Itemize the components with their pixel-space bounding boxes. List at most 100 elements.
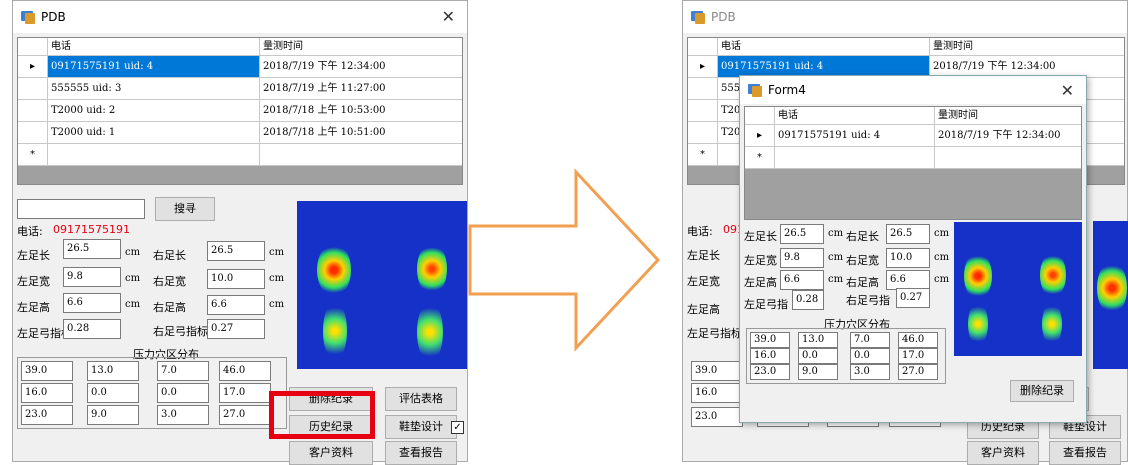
- eval-form-button[interactable]: 评估表格: [385, 387, 457, 411]
- pressure-field[interactable]: 0.0: [798, 348, 838, 364]
- pressure-field[interactable]: 39.0: [691, 361, 743, 381]
- title-bar: Form4 ✕: [740, 76, 1086, 104]
- table-row-new[interactable]: *: [18, 144, 462, 166]
- col-phone-header[interactable]: 电话: [718, 38, 930, 55]
- cell-phone[interactable]: 09171575191 uid: 4: [775, 125, 935, 146]
- pressure-field[interactable]: 13.0: [798, 332, 838, 348]
- left-width-field[interactable]: 9.8: [63, 267, 121, 287]
- pressure-field[interactable]: 23.0: [21, 405, 73, 425]
- pressure-field[interactable]: 39.0: [750, 332, 790, 348]
- right-length-field[interactable]: 26.5: [886, 224, 930, 244]
- col-time-header[interactable]: 量测时间: [935, 107, 1081, 124]
- phone-label: 电话:: [17, 225, 43, 238]
- pressure-field[interactable]: 0.0: [157, 383, 209, 403]
- pressure-field[interactable]: 0.0: [87, 383, 139, 403]
- pressure-heatmap: [1093, 221, 1128, 369]
- table-row[interactable]: ▸ 09171575191 uid: 4 2018/7/19 下午 12:34:…: [18, 56, 462, 78]
- table-row[interactable]: ▸ 09171575191 uid: 4 2018/7/19 下午 12:34:…: [745, 125, 1081, 147]
- pressure-field[interactable]: 46.0: [898, 332, 938, 348]
- pressure-field[interactable]: 27.0: [219, 405, 271, 425]
- customer-data-button[interactable]: 客户资料: [967, 441, 1039, 465]
- pressure-field[interactable]: 46.0: [219, 361, 271, 381]
- pressure-field[interactable]: 0.0: [850, 348, 890, 364]
- highlight-box: [269, 391, 375, 439]
- right-width-field[interactable]: 10.0: [207, 269, 265, 289]
- cell-time[interactable]: 2018/7/19 上午 11:27:00: [260, 78, 462, 99]
- pressure-field[interactable]: 17.0: [219, 383, 271, 403]
- cell-time[interactable]: 2018/7/19 下午 12:34:00: [935, 125, 1081, 146]
- table-row[interactable]: T2000 uid: 2 2018/7/18 上午 10:53:00: [18, 100, 462, 122]
- left-arch-label: 左足弓指: [744, 298, 788, 311]
- cell-phone[interactable]: 555555 uid: 3: [48, 78, 260, 99]
- pressure-field[interactable]: 16.0: [750, 348, 790, 364]
- right-width-field[interactable]: 10.0: [886, 248, 930, 268]
- heat-spot: [1042, 302, 1062, 346]
- heat-spot: [1040, 252, 1066, 298]
- pressure-field[interactable]: 3.0: [157, 405, 209, 425]
- view-report-button[interactable]: 查看报告: [385, 441, 457, 465]
- col-phone-header[interactable]: 电话: [775, 107, 935, 124]
- pressure-field[interactable]: 17.0: [898, 348, 938, 364]
- left-length-label: 左足长: [17, 249, 50, 262]
- close-icon[interactable]: ✕: [1061, 81, 1074, 100]
- left-width-field[interactable]: 9.8: [780, 248, 824, 268]
- search-input[interactable]: [17, 199, 145, 219]
- cell-time[interactable]: [260, 144, 462, 165]
- customer-data-button[interactable]: 客户资料: [289, 441, 373, 465]
- cell-phone[interactable]: 09171575191 uid: 4: [718, 56, 930, 77]
- left-arch-field[interactable]: 0.28: [792, 290, 824, 310]
- option-checkbox[interactable]: ✓: [451, 421, 464, 434]
- pressure-field[interactable]: 9.0: [87, 405, 139, 425]
- left-length-field[interactable]: 26.5: [63, 239, 121, 259]
- pressure-field[interactable]: 16.0: [21, 383, 73, 403]
- grid-header: 电话 量测时间: [688, 38, 1124, 56]
- cell-time[interactable]: 2018/7/18 上午 10:51:00: [260, 122, 462, 143]
- cell-time[interactable]: 2018/7/19 下午 12:34:00: [260, 56, 462, 77]
- right-length-field[interactable]: 26.5: [207, 241, 265, 261]
- pressure-field[interactable]: 27.0: [898, 364, 938, 380]
- pressure-field[interactable]: 16.0: [691, 383, 743, 403]
- right-height-label: 右足高: [153, 301, 186, 314]
- pressure-field[interactable]: 9.0: [798, 364, 838, 380]
- col-time-header[interactable]: 量测时间: [260, 38, 462, 55]
- heat-spot: [964, 252, 992, 300]
- left-height-field[interactable]: 6.6: [63, 293, 121, 313]
- pressure-field[interactable]: 3.0: [850, 364, 890, 380]
- pressure-field[interactable]: 7.0: [157, 361, 209, 381]
- pressure-field[interactable]: 23.0: [750, 364, 790, 380]
- right-height-field[interactable]: 6.6: [886, 270, 930, 290]
- insole-design-button[interactable]: 鞋垫设计: [385, 415, 457, 439]
- cell-phone[interactable]: T2000 uid: 1: [48, 122, 260, 143]
- right-height-label: 右足高: [846, 276, 879, 289]
- close-icon[interactable]: ✕: [442, 7, 455, 26]
- right-arch-field[interactable]: 0.27: [207, 319, 265, 339]
- cell-time[interactable]: 2018/7/19 下午 12:34:00: [930, 56, 1124, 77]
- left-width-label: 左足宽: [687, 275, 720, 288]
- search-button[interactable]: 搜寻: [155, 197, 215, 221]
- left-length-field[interactable]: 26.5: [780, 224, 824, 244]
- table-row[interactable]: T2000 uid: 1 2018/7/18 上午 10:51:00: [18, 122, 462, 144]
- right-arch-field[interactable]: 0.27: [896, 288, 930, 308]
- right-height-field[interactable]: 6.6: [207, 295, 265, 315]
- left-height-field[interactable]: 6.6: [780, 270, 824, 290]
- pressure-field[interactable]: 39.0: [21, 361, 73, 381]
- col-phone-header[interactable]: 电话: [48, 38, 260, 55]
- cell-phone[interactable]: [48, 144, 260, 165]
- pressure-field[interactable]: 13.0: [87, 361, 139, 381]
- table-row-new[interactable]: *: [745, 147, 1081, 169]
- pressure-field[interactable]: 23.0: [691, 407, 743, 427]
- cell-time[interactable]: 2018/7/18 上午 10:53:00: [260, 100, 462, 121]
- row-marker: [18, 122, 48, 143]
- cell-phone[interactable]: T2000 uid: 2: [48, 100, 260, 121]
- cell-phone[interactable]: 09171575191 uid: 4: [48, 56, 260, 77]
- delete-record-button[interactable]: 删除纪录: [1010, 380, 1074, 402]
- table-row[interactable]: 555555 uid: 3 2018/7/19 上午 11:27:00: [18, 78, 462, 100]
- col-time-header[interactable]: 量测时间: [930, 38, 1124, 55]
- unit-label: cm: [828, 228, 844, 239]
- heat-spot: [417, 301, 443, 363]
- unit-label: cm: [828, 252, 844, 263]
- heat-spot: [417, 243, 447, 295]
- pressure-field[interactable]: 7.0: [850, 332, 890, 348]
- view-report-button[interactable]: 查看报告: [1049, 441, 1121, 465]
- left-arch-field[interactable]: 0.28: [63, 319, 121, 339]
